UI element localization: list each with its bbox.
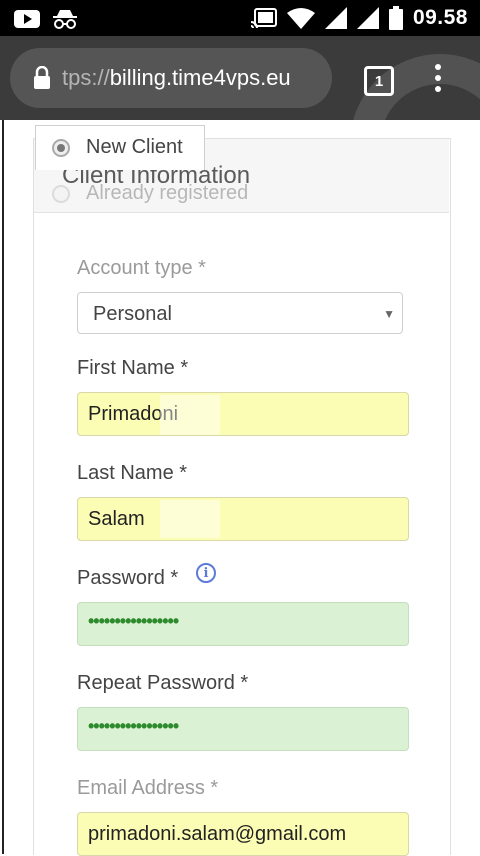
radio-new-client[interactable]: New Client	[52, 136, 183, 159]
password-label: Password *	[77, 567, 179, 589]
repeat-password-value: •••••••••••••••••	[88, 716, 179, 736]
url-scheme: tps://	[62, 65, 110, 90]
menu-dot-icon	[435, 75, 441, 81]
page-edge-line	[2, 120, 4, 854]
radio-button[interactable]	[52, 138, 70, 157]
signal-icon	[324, 7, 347, 29]
password-field[interactable]: •••••••••••••••••	[77, 602, 409, 646]
signal-icon	[356, 7, 379, 29]
cast-icon	[250, 8, 277, 28]
menu-dot-icon	[435, 64, 441, 70]
radio-label: Already registered	[86, 182, 249, 204]
account-type-value: Personal	[93, 303, 172, 325]
info-icon[interactable]: i	[196, 563, 216, 583]
radio-label: New Client	[86, 136, 183, 158]
clock: 09.58	[412, 6, 468, 29]
account-type-select[interactable]: Personal ▼	[77, 292, 403, 334]
url-text[interactable]: tps://billing.time4vps.eu	[62, 65, 291, 91]
radio-already-registered[interactable]: Already registered	[52, 182, 248, 205]
radio-selected-dot	[57, 143, 65, 152]
youtube-icon	[14, 10, 40, 28]
last-name-label: Last Name *	[77, 462, 188, 484]
first-name-field[interactable]: Primadoni	[77, 392, 409, 436]
watermark-overlay	[160, 500, 220, 538]
address-bar[interactable]: tps://billing.time4vps.eu	[10, 48, 332, 108]
browser-toolbar: tps://billing.time4vps.eu 1	[0, 36, 480, 120]
email-field[interactable]: primadoni.salam@gmail.com	[77, 812, 409, 856]
status-bar: 09.58	[0, 0, 480, 36]
repeat-password-field[interactable]: •••••••••••••••••	[77, 707, 409, 751]
radio-button[interactable]	[52, 184, 70, 203]
wifi-icon	[286, 8, 315, 29]
email-label: Email Address *	[77, 777, 219, 799]
email-value: primadoni.salam@gmail.com	[88, 823, 347, 845]
repeat-password-label: Repeat Password *	[77, 672, 249, 694]
overflow-menu-button[interactable]	[432, 64, 444, 94]
tab-switcher-button[interactable]: 1	[364, 66, 394, 96]
watermark-overlay	[160, 395, 220, 435]
password-value: •••••••••••••••••	[88, 611, 179, 631]
account-type-label: Account type *	[77, 257, 206, 279]
menu-dot-icon	[435, 86, 441, 92]
lock-icon	[34, 66, 50, 89]
last-name-field[interactable]: Salam	[77, 497, 409, 541]
chevron-down-icon: ▼	[383, 307, 395, 321]
last-name-value: Salam	[88, 508, 145, 530]
battery-icon	[388, 6, 403, 30]
incognito-icon	[53, 10, 77, 29]
url-host: billing.time4vps.eu	[109, 65, 291, 90]
first-name-label: First Name *	[77, 357, 189, 379]
